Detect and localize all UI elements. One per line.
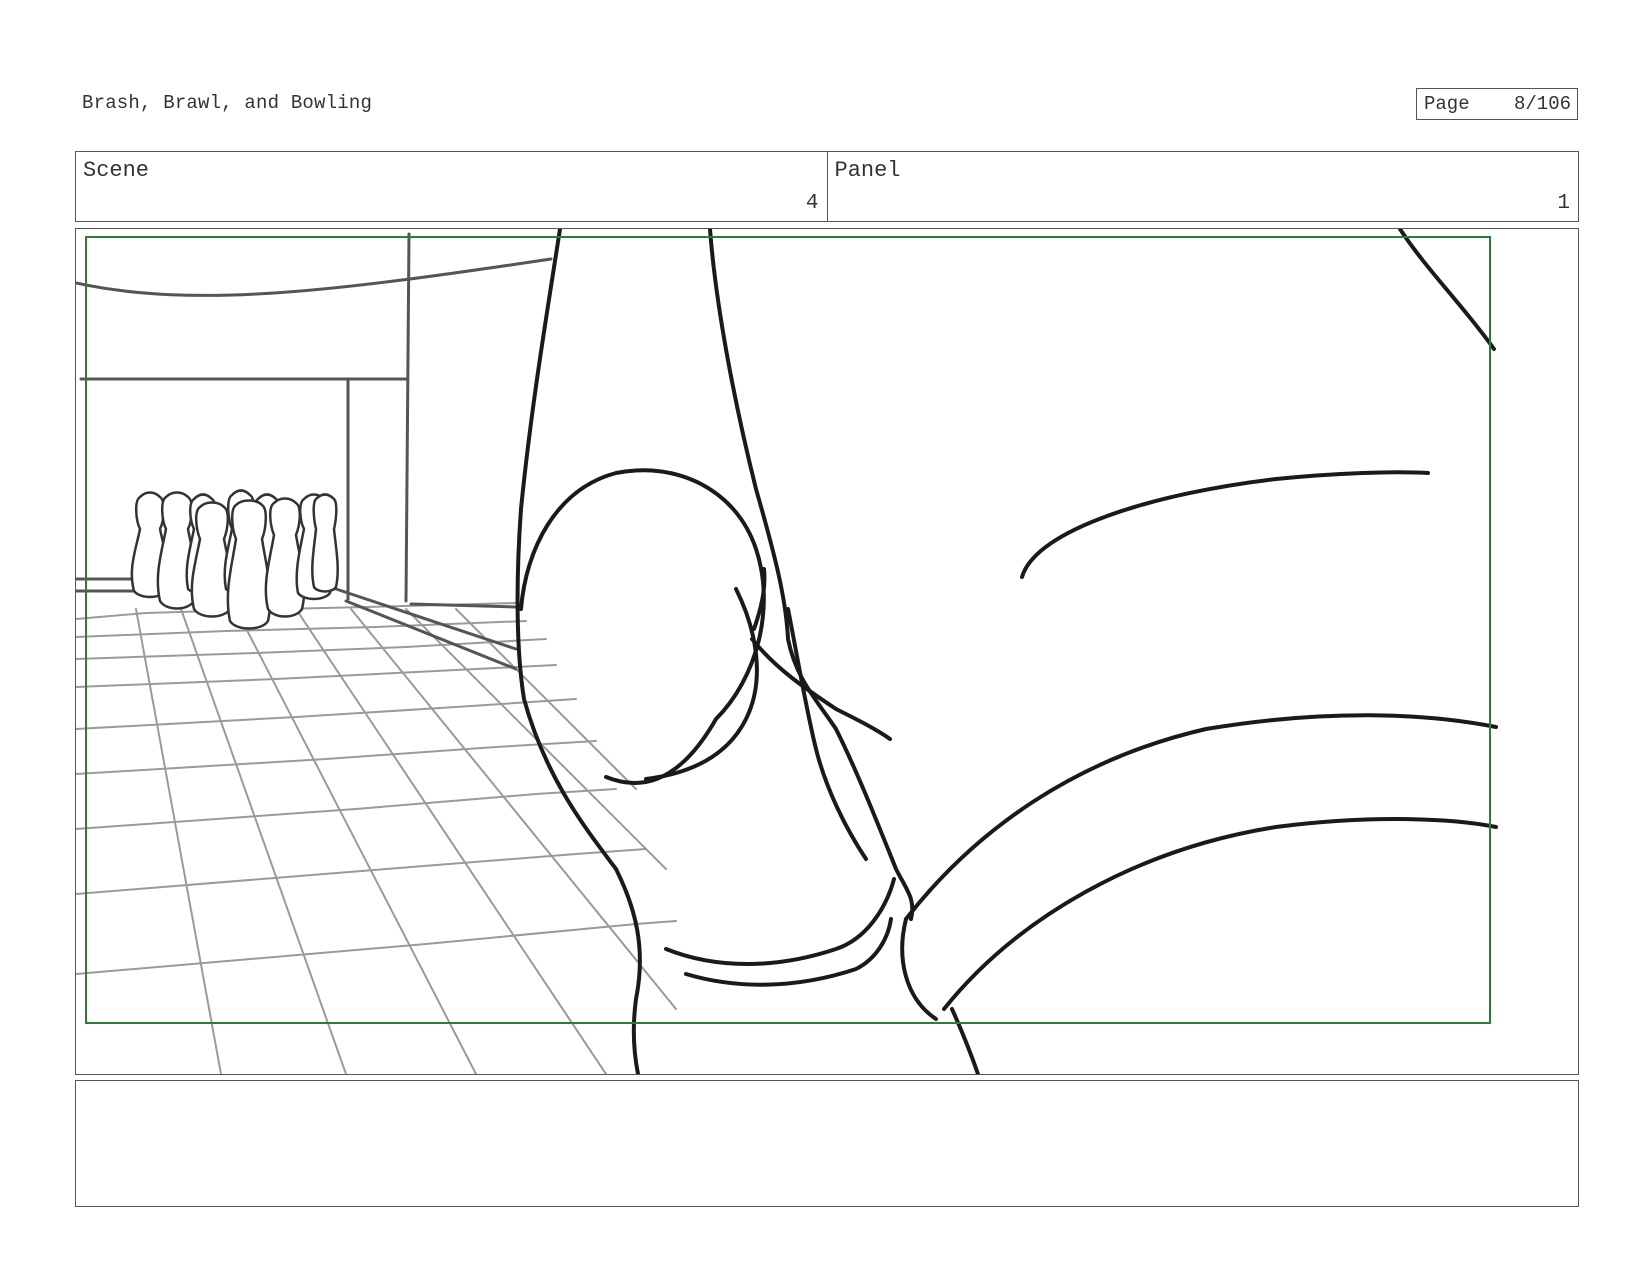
panel-number: 1 — [1557, 192, 1570, 215]
panel-sketch — [76, 229, 1498, 1074]
panel-label: Panel — [834, 158, 901, 183]
character-sketch — [515, 229, 1498, 1074]
storyboard-panel — [75, 228, 1579, 1075]
scene-number: 4 — [805, 192, 819, 215]
panel-cell: Panel 1 — [826, 152, 1579, 221]
scene-cell: Scene 4 — [76, 152, 827, 221]
dialogue-notes-box — [75, 1080, 1579, 1207]
project-title: Brash, Brawl, and Bowling — [82, 92, 373, 114]
scene-label: Scene — [83, 158, 150, 183]
page-indicator: Page 8/106 — [1416, 88, 1578, 120]
page-label: Page — [1424, 93, 1470, 115]
scene-panel-header: Scene 4 Panel 1 — [75, 151, 1579, 222]
bowling-lane-floor-grid — [76, 602, 677, 1074]
page-number: 8/106 — [1513, 93, 1571, 115]
